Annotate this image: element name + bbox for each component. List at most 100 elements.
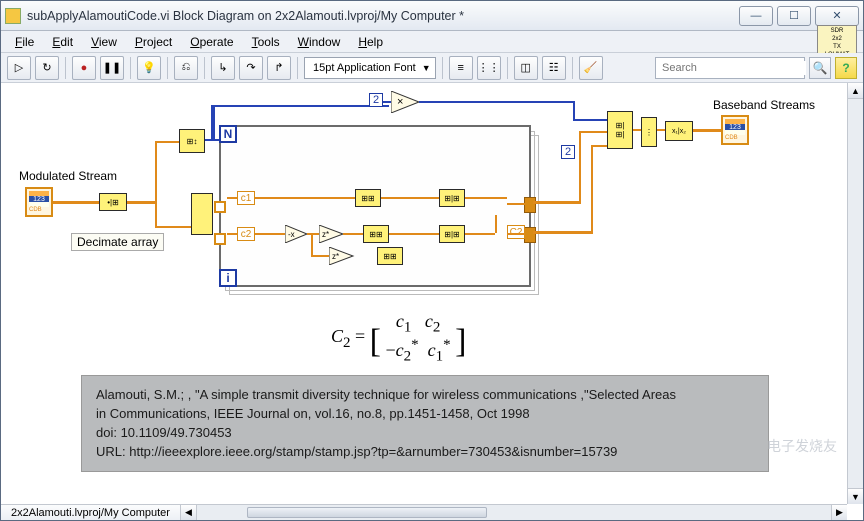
run-arrow-icon: ▷ xyxy=(15,61,23,74)
menu-file[interactable]: File xyxy=(7,33,42,51)
search-icon: 🔍 xyxy=(813,61,828,75)
for-loop[interactable]: N i c1 c2 -x z* xyxy=(219,125,531,287)
pause-icon: ❚❚ xyxy=(103,61,121,74)
distribute-icon: ⋮⋮ xyxy=(478,61,500,74)
citation-comment[interactable]: Alamouti, S.M.; , "A simple transmit div… xyxy=(81,375,769,472)
menu-edit[interactable]: Edit xyxy=(44,33,81,51)
c1-box[interactable]: c1 xyxy=(237,191,255,205)
svg-text:z*: z* xyxy=(322,230,329,239)
menu-project[interactable]: Project xyxy=(127,33,180,51)
reorder-icon: ☷ xyxy=(549,61,559,74)
abort-icon: ● xyxy=(81,62,88,74)
replace-array-node[interactable]: ⊞|⊞| xyxy=(607,111,633,149)
title-bar[interactable]: subApplyAlamoutiCode.vi Block Diagram on… xyxy=(1,1,863,31)
scroll-down-button[interactable]: ▼ xyxy=(848,488,863,504)
search-input[interactable] xyxy=(660,61,806,75)
decimate-array-node[interactable] xyxy=(191,193,213,235)
loop-n-terminal[interactable]: N xyxy=(219,125,237,143)
font-combo[interactable]: 15pt Application Font ▼ xyxy=(304,57,436,79)
svg-text:-x: -x xyxy=(288,230,295,239)
menu-view[interactable]: View xyxy=(83,33,125,51)
watermark-text: 电子发烧友 xyxy=(767,436,837,456)
maximize-button[interactable]: ☐ xyxy=(777,6,811,26)
step-out-button[interactable]: ↱ xyxy=(267,56,291,80)
chevron-down-icon: ▼ xyxy=(422,63,431,73)
help-icon: ? xyxy=(842,61,849,75)
baseband-streams-terminal[interactable]: 123CDB xyxy=(721,115,749,145)
scroll-right-button[interactable]: ▶ xyxy=(831,505,847,520)
constant-two-right[interactable]: 2 xyxy=(561,145,575,159)
build-array-node-3[interactable]: ⊞⊞ xyxy=(377,247,403,265)
distribute-button[interactable]: ⋮⋮ xyxy=(477,56,501,80)
c2-out-box[interactable]: C2 xyxy=(507,225,525,239)
bulb-icon: 💡 xyxy=(142,61,156,74)
toolbar: ▷ ↻ ● ❚❚ 💡 ⎌ ↳ ↷ ↱ 15pt Application Font… xyxy=(1,53,863,83)
horizontal-scrollbar[interactable]: 2x2Alamouti.lvproj/My Computer ◀ ▶ xyxy=(1,504,847,520)
close-button[interactable]: ✕ xyxy=(815,6,859,26)
scroll-up-button[interactable]: ▲ xyxy=(848,83,863,99)
search-box[interactable] xyxy=(655,57,805,79)
app-window: subApplyAlamoutiCode.vi Block Diagram on… xyxy=(0,0,864,521)
step-over-icon: ↷ xyxy=(246,61,255,74)
step-into-icon: ↳ xyxy=(218,61,227,74)
constant-two-top[interactable]: 2 xyxy=(369,93,383,107)
step-over-button[interactable]: ↷ xyxy=(239,56,263,80)
run-continuous-button[interactable]: ↻ xyxy=(35,56,59,80)
conjugate-node-1[interactable]: z* xyxy=(319,225,345,243)
resize-icon: ◫ xyxy=(520,61,530,74)
context-help-button[interactable]: ? xyxy=(835,57,857,79)
step-into-button[interactable]: ↳ xyxy=(211,56,235,80)
retain-wire-button[interactable]: ⎌ xyxy=(174,56,198,80)
resize-button[interactable]: ◫ xyxy=(514,56,538,80)
menu-tools[interactable]: Tools xyxy=(244,33,288,51)
c2-box[interactable]: c2 xyxy=(237,227,255,241)
interleave-node-1[interactable]: ⊞|⊞ xyxy=(439,189,465,207)
baseband-streams-label: Baseband Streams xyxy=(713,98,815,112)
cleanup-button[interactable]: 🧹 xyxy=(579,56,603,80)
build-array-node-2[interactable]: ⊞⊞ xyxy=(363,225,389,243)
block-diagram-area[interactable]: Modulated Stream Baseband Streams 123CDB… xyxy=(1,83,863,520)
pause-button[interactable]: ❚❚ xyxy=(100,56,124,80)
modulated-stream-terminal[interactable]: 123CDB xyxy=(25,187,53,217)
menu-bar: File Edit View Project Operate Tools Win… xyxy=(1,31,863,53)
font-label: 15pt Application Font xyxy=(313,62,416,74)
loop-input-tunnel-2[interactable] xyxy=(214,233,226,245)
formula-text: C2 = [ c1 c2 −c2* c1* ] xyxy=(331,311,466,365)
build-array-node-1[interactable]: ⊞⊞ xyxy=(355,189,381,207)
window-title: subApplyAlamoutiCode.vi Block Diagram on… xyxy=(27,9,739,23)
multiply-node[interactable]: × xyxy=(391,91,421,113)
menu-help[interactable]: Help xyxy=(350,33,391,51)
highlight-exec-button[interactable]: 💡 xyxy=(137,56,161,80)
run-button[interactable]: ▷ xyxy=(7,56,31,80)
minimize-button[interactable]: — xyxy=(739,6,773,26)
negate-node[interactable]: -x xyxy=(285,225,309,243)
bundle-node-1[interactable]: ⋮ xyxy=(641,117,657,147)
loop-i-terminal[interactable]: i xyxy=(219,269,237,287)
conjugate-node-2[interactable]: z* xyxy=(329,247,355,265)
scroll-left-button[interactable]: ◀ xyxy=(181,505,197,520)
reorder-button[interactable]: ☷ xyxy=(542,56,566,80)
abort-button[interactable]: ● xyxy=(72,56,96,80)
app-icon xyxy=(5,8,21,24)
project-tab[interactable]: 2x2Alamouti.lvproj/My Computer xyxy=(1,505,181,520)
loop-input-tunnel-1[interactable] xyxy=(214,201,226,213)
maximize-icon: ☐ xyxy=(789,9,799,22)
run-cont-icon: ↻ xyxy=(42,61,51,74)
cluster-index-node[interactable]: x₁|x₂ xyxy=(665,121,693,141)
menu-window[interactable]: Window xyxy=(290,33,349,51)
loop-output-sr-1[interactable] xyxy=(524,197,536,213)
decimate-array-label[interactable]: Decimate array xyxy=(71,233,164,251)
array-size-node[interactable]: ⊞↕ xyxy=(179,129,205,153)
svg-text:×: × xyxy=(397,96,403,108)
loop-output-sr-2[interactable] xyxy=(524,227,536,243)
modulated-stream-label: Modulated Stream xyxy=(19,169,117,183)
h-scroll-thumb[interactable] xyxy=(247,507,487,518)
align-button[interactable]: ≡ xyxy=(449,56,473,80)
unbundle-node[interactable]: •|⊞ xyxy=(99,193,127,211)
search-go-button[interactable]: 🔍 xyxy=(809,57,831,79)
step-out-icon: ↱ xyxy=(274,61,283,74)
menu-operate[interactable]: Operate xyxy=(182,33,241,51)
retain-icon: ⎌ xyxy=(182,61,191,74)
interleave-node-2[interactable]: ⊞|⊞ xyxy=(439,225,465,243)
vertical-scrollbar[interactable]: ▲ ▼ xyxy=(847,83,863,504)
